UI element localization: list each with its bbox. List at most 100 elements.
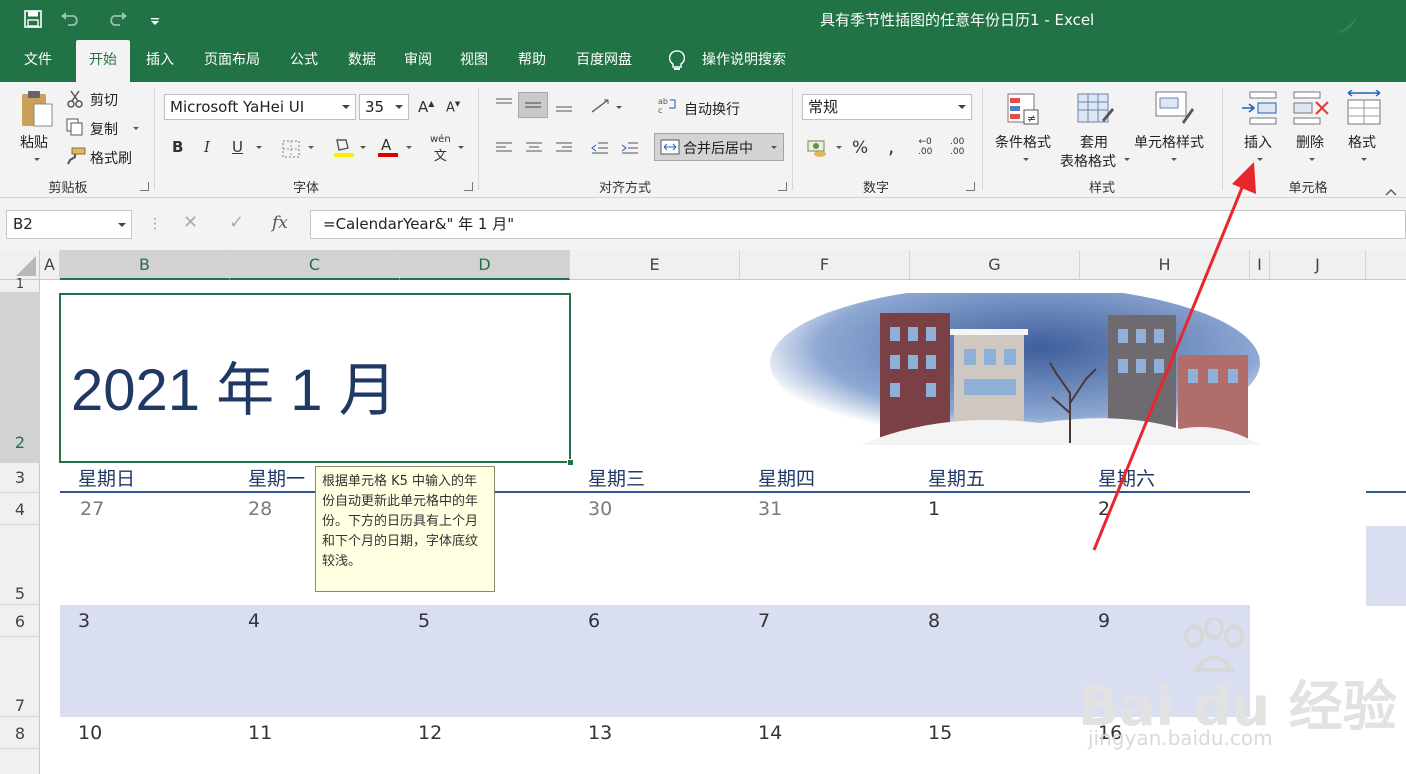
paste-button[interactable]: 粘贴 <box>20 132 48 152</box>
column-header-b[interactable]: B <box>60 250 230 280</box>
format-as-table-icon[interactable] <box>1076 92 1116 126</box>
paste-icon[interactable] <box>18 90 56 130</box>
phonetic-guide-icon[interactable]: wén 文 <box>430 134 451 164</box>
align-left-icon[interactable] <box>494 140 514 156</box>
day-cell[interactable]: 7 <box>758 610 770 632</box>
decrease-indent-icon[interactable] <box>590 140 610 156</box>
accounting-format-icon[interactable] <box>806 138 830 158</box>
collapse-ribbon-icon[interactable] <box>1384 182 1398 196</box>
column-header-c[interactable]: C <box>230 250 400 280</box>
format-cells-button[interactable]: 格式 <box>1348 132 1376 152</box>
row-header-6[interactable]: 6 <box>0 605 40 637</box>
customize-qat-icon[interactable] <box>150 12 160 31</box>
tell-me-search[interactable]: 操作说明搜索 <box>694 40 794 82</box>
format-painter-button[interactable]: 格式刷 <box>90 148 132 168</box>
day-cell[interactable]: 14 <box>758 722 782 744</box>
selected-cell-b2[interactable]: 2021 年 1 月 <box>59 293 574 466</box>
wrap-text-icon[interactable]: ab c <box>658 96 678 115</box>
save-icon[interactable] <box>24 10 42 32</box>
align-right-icon[interactable] <box>554 140 574 156</box>
delete-cells-button[interactable]: 删除 <box>1296 132 1324 152</box>
tab-file[interactable]: 文件 <box>10 40 66 82</box>
column-header-f[interactable]: F <box>740 250 910 280</box>
bold-button[interactable]: B <box>172 138 183 156</box>
day-cell[interactable]: 6 <box>588 610 600 632</box>
copy-dropdown-icon[interactable] <box>133 127 139 130</box>
align-middle-icon[interactable] <box>518 92 548 118</box>
day-cell[interactable]: 15 <box>928 722 952 744</box>
underline-button[interactable]: U <box>232 138 243 156</box>
wrap-text-button[interactable]: 自动换行 <box>684 99 740 119</box>
insert-cells-button[interactable]: 插入 <box>1244 132 1272 152</box>
align-center-icon[interactable] <box>524 140 544 156</box>
row-header-2[interactable]: 2 <box>0 293 40 463</box>
copy-icon[interactable] <box>66 118 84 136</box>
fill-color-icon[interactable] <box>332 136 356 158</box>
insert-function-button[interactable]: fx <box>272 213 288 233</box>
day-cell[interactable]: 28 <box>248 498 272 520</box>
fill-handle[interactable] <box>567 459 574 466</box>
tab-formulas[interactable]: 公式 <box>280 40 328 82</box>
day-cell[interactable]: 3 <box>78 610 90 632</box>
phonetic-dropdown-icon[interactable] <box>458 146 464 149</box>
orientation-icon[interactable] <box>590 98 612 114</box>
day-cell[interactable]: 12 <box>418 722 442 744</box>
font-color-dropdown-icon[interactable] <box>406 146 412 149</box>
row-header-7[interactable]: 7 <box>0 637 40 717</box>
percent-style-button[interactable]: % <box>852 138 868 158</box>
tab-page-layout[interactable]: 页面布局 <box>196 40 268 82</box>
format-dropdown-icon[interactable] <box>1361 158 1367 161</box>
decrease-decimal-button[interactable]: .00.00 <box>950 137 964 157</box>
tab-view[interactable]: 视图 <box>450 40 498 82</box>
day-cell[interactable]: 30 <box>588 498 612 520</box>
increase-font-size-icon[interactable]: A▲ <box>418 98 434 116</box>
clipboard-launcher-icon[interactable] <box>140 182 149 191</box>
cell-styles-button[interactable]: 单元格样式 <box>1134 132 1204 152</box>
day-cell[interactable]: 8 <box>928 610 940 632</box>
select-all-corner[interactable] <box>0 250 40 280</box>
chevron-down-icon[interactable] <box>395 105 403 109</box>
format-cells-icon[interactable] <box>1344 89 1384 126</box>
chevron-down-icon[interactable] <box>958 105 966 109</box>
tab-help[interactable]: 帮助 <box>508 40 556 82</box>
column-header-e[interactable]: E <box>570 250 740 280</box>
paste-dropdown-icon[interactable] <box>34 158 40 161</box>
format-as-table-label-1[interactable]: 套用 <box>1080 132 1108 152</box>
format-painter-icon[interactable] <box>66 147 86 165</box>
merge-dropdown-icon[interactable] <box>771 146 777 149</box>
tab-home[interactable]: 开始 <box>76 40 130 82</box>
fill-color-dropdown-icon[interactable] <box>360 146 366 149</box>
accounting-dropdown-icon[interactable] <box>836 146 842 149</box>
increase-indent-icon[interactable] <box>620 140 640 156</box>
row-header-4[interactable]: 4 <box>0 493 40 525</box>
border-icon[interactable] <box>282 140 300 158</box>
enter-icon[interactable]: ✓ <box>229 212 244 233</box>
alignment-launcher-icon[interactable] <box>778 182 787 191</box>
font-name-box[interactable]: Microsoft YaHei UI <box>164 94 356 120</box>
orientation-dropdown-icon[interactable] <box>616 106 622 109</box>
chevron-down-icon[interactable] <box>118 223 126 227</box>
row-header-8[interactable]: 8 <box>0 717 40 749</box>
day-cell[interactable]: 10 <box>78 722 102 744</box>
chevron-down-icon[interactable] <box>342 105 350 109</box>
redo-icon[interactable] <box>104 10 128 30</box>
day-cell[interactable]: 5 <box>418 610 430 632</box>
insert-cells-icon[interactable] <box>1240 90 1280 126</box>
cancel-icon[interactable]: ✕ <box>183 212 198 233</box>
comma-style-button[interactable]: , <box>888 134 894 158</box>
merge-center-button[interactable]: 合并后居中 <box>654 133 784 161</box>
number-format-box[interactable]: 常规 <box>802 94 972 120</box>
conditional-dropdown-icon[interactable] <box>1023 158 1029 161</box>
cut-icon[interactable] <box>66 90 84 108</box>
tab-insert[interactable]: 插入 <box>136 40 184 82</box>
decrease-font-size-icon[interactable]: A▼ <box>446 100 460 115</box>
delete-cells-icon[interactable] <box>1292 90 1332 126</box>
cut-button[interactable]: 剪切 <box>90 90 118 110</box>
row-header-1[interactable]: 1 <box>0 278 40 293</box>
cell-styles-icon[interactable] <box>1154 90 1194 126</box>
conditional-formatting-icon[interactable]: ≠ <box>1006 92 1044 126</box>
conditional-formatting-button[interactable]: 条件格式 <box>995 132 1051 152</box>
border-dropdown-icon[interactable] <box>308 146 314 149</box>
column-header-j[interactable]: J <box>1270 250 1366 280</box>
copy-button[interactable]: 复制 <box>90 119 118 139</box>
